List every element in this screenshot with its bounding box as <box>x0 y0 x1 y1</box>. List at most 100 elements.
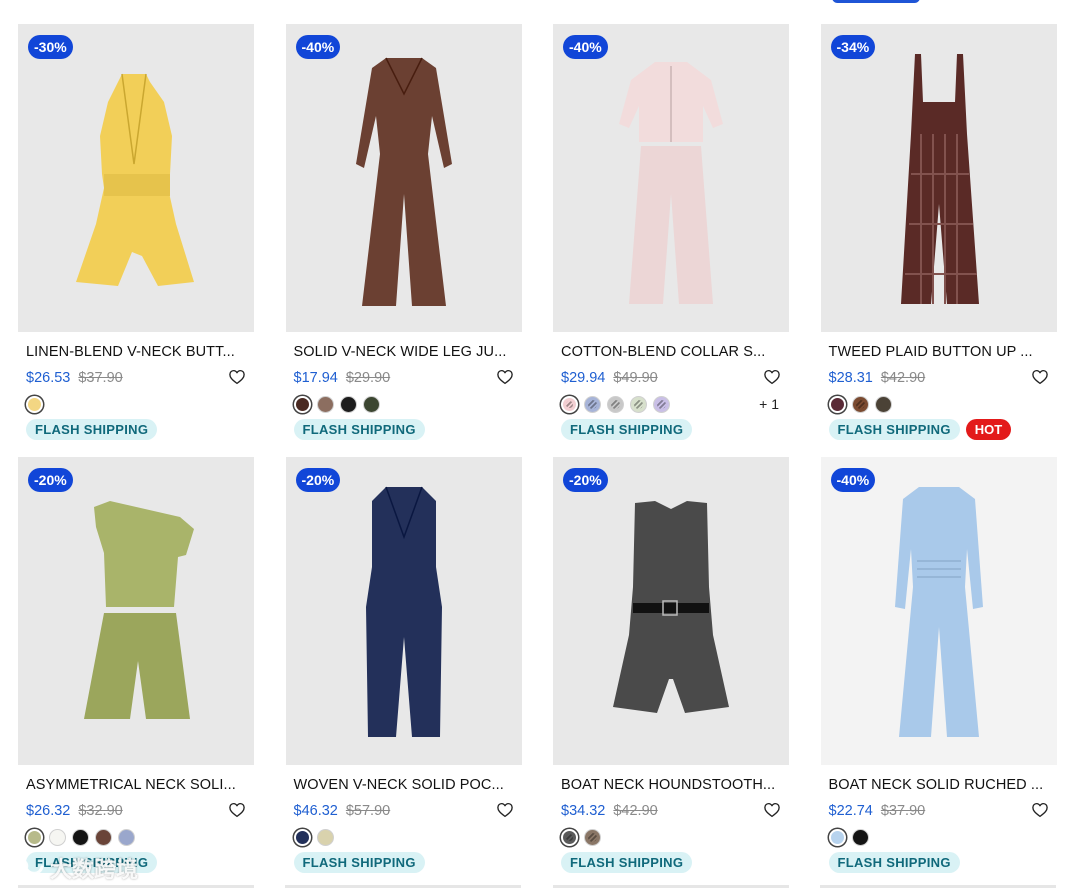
original-price: $49.90 <box>613 370 658 386</box>
flash-shipping-badge: FLASH SHIPPING <box>828 419 960 440</box>
product-card[interactable]: -40% COTTON-BLEND COLLAR S... $29.94 $49.… <box>553 24 789 457</box>
product-card[interactable]: -30% LINEN-BLEND V-NECK BUTT... $26.53 $3… <box>18 24 254 457</box>
heart-outline-icon[interactable] <box>228 801 246 819</box>
color-swatch[interactable] <box>72 828 89 846</box>
color-swatch[interactable] <box>26 395 43 413</box>
color-swatch[interactable] <box>26 828 43 846</box>
color-swatches <box>553 827 789 847</box>
badges: FLASH SHIPPING <box>18 419 254 440</box>
product-card[interactable]: -20% WOVEN V-NECK SOLID POC... $46.32 $57… <box>285 457 522 888</box>
color-swatch[interactable] <box>851 828 869 846</box>
product-image[interactable]: -40% <box>285 24 522 332</box>
product-name[interactable]: WOVEN V-NECK SOLID POC... <box>286 777 512 793</box>
price-row: $17.94 $29.90 <box>286 368 522 390</box>
color-swatches <box>821 827 1057 847</box>
badges: FLASH SHIPPING <box>553 419 789 440</box>
color-swatches <box>286 394 522 414</box>
badges: FLASH SHIPPING <box>553 852 789 873</box>
color-swatch[interactable] <box>316 395 334 413</box>
product-name[interactable]: COTTON-BLEND COLLAR S... <box>553 344 779 360</box>
heart-outline-icon[interactable] <box>228 368 246 386</box>
color-swatch[interactable] <box>874 395 892 413</box>
product-image[interactable]: -20% <box>553 457 789 765</box>
color-swatch[interactable] <box>607 395 624 413</box>
product-card[interactable]: -34% TWEED PLAID BUTTON UP ... $28.31 $42… <box>820 24 1057 457</box>
color-swatch[interactable] <box>630 395 647 413</box>
color-swatches <box>286 827 522 847</box>
more-colors-count[interactable]: + 1 <box>759 396 779 412</box>
color-swatch[interactable] <box>828 395 846 413</box>
color-swatch[interactable] <box>584 395 601 413</box>
product-image[interactable]: -40% <box>553 24 789 332</box>
color-swatch[interactable] <box>316 828 334 846</box>
product-name[interactable]: LINEN-BLEND V-NECK BUTT... <box>18 344 244 360</box>
price-row: $26.53 $37.90 <box>18 368 254 390</box>
sale-price: $34.32 <box>561 803 606 819</box>
product-name[interactable]: BOAT NECK HOUNDSTOOTH... <box>553 777 779 793</box>
color-swatch[interactable] <box>561 395 578 413</box>
product-name[interactable]: BOAT NECK SOLID RUCHED ... <box>821 777 1047 793</box>
color-swatch[interactable] <box>293 828 311 846</box>
flash-shipping-badge: FLASH SHIPPING <box>561 419 693 440</box>
sale-price: $26.53 <box>26 370 71 386</box>
product-image[interactable]: -20% <box>285 457 522 765</box>
sale-price: $46.32 <box>293 803 338 819</box>
product-image[interactable]: -20% <box>18 457 254 765</box>
hot-badge: HOT <box>965 419 1012 440</box>
heart-outline-icon[interactable] <box>496 368 514 386</box>
price-row: $22.74 $37.90 <box>821 801 1057 823</box>
product-image[interactable]: -30% <box>18 24 254 332</box>
price-row: $34.32 $42.90 <box>553 801 789 823</box>
heart-outline-icon[interactable] <box>1031 368 1049 386</box>
product-name[interactable]: SOLID V-NECK WIDE LEG JU... <box>286 344 512 360</box>
garment-shape <box>355 57 452 306</box>
heart-outline-icon[interactable] <box>763 368 781 386</box>
color-swatch[interactable] <box>49 828 66 846</box>
color-swatch[interactable] <box>118 828 135 846</box>
heart-outline-icon[interactable] <box>496 801 514 819</box>
color-swatches <box>18 394 254 414</box>
product-photo <box>355 57 452 306</box>
product-name[interactable]: TWEED PLAID BUTTON UP ... <box>821 344 1047 360</box>
sale-price: $28.31 <box>828 370 873 386</box>
product-image[interactable]: -34% <box>820 24 1057 332</box>
color-swatch[interactable] <box>339 395 357 413</box>
color-swatch[interactable] <box>653 395 670 413</box>
sale-price: $26.32 <box>26 803 71 819</box>
price-row: $46.32 $57.90 <box>286 801 522 823</box>
flash-shipping-badge: FLASH SHIPPING <box>293 419 425 440</box>
product-card[interactable]: -20% ASYMMETRICAL NECK SOLI... $26.32 $32… <box>18 457 254 888</box>
product-photo <box>84 501 194 719</box>
partial-button-top <box>832 0 920 3</box>
color-swatch[interactable] <box>561 828 578 846</box>
garment-shape <box>613 501 729 713</box>
color-swatch[interactable] <box>851 395 869 413</box>
garment-shape <box>84 501 194 719</box>
product-image[interactable]: -40% <box>820 457 1057 765</box>
color-swatch[interactable] <box>828 828 846 846</box>
color-swatches <box>18 827 254 847</box>
price-row: $28.31 $42.90 <box>821 368 1057 390</box>
color-swatch[interactable] <box>584 828 601 846</box>
badges: FLASH SHIPPING <box>286 419 522 440</box>
garment-shape <box>619 62 723 304</box>
watermark: 大数跨境 <box>6 852 138 884</box>
original-price: $37.90 <box>78 370 123 386</box>
product-card[interactable]: -40% BOAT NECK SOLID RUCHED ... $22.74 $3… <box>820 457 1057 888</box>
product-card[interactable]: -20% BOAT NECK HOUNDSTOOTH... $34.32 $42.… <box>553 457 789 888</box>
discount-badge: -30% <box>28 35 73 59</box>
color-swatch[interactable] <box>293 395 311 413</box>
discount-badge: -20% <box>295 468 341 492</box>
watermark-text: 大数跨境 <box>50 857 139 882</box>
color-swatch[interactable] <box>95 828 112 846</box>
heart-outline-icon[interactable] <box>763 801 781 819</box>
color-swatches <box>821 394 1057 414</box>
color-swatch[interactable] <box>362 395 380 413</box>
original-price: $37.90 <box>880 803 926 819</box>
heart-outline-icon[interactable] <box>1031 801 1049 819</box>
original-price: $42.90 <box>880 370 926 386</box>
discount-badge: -34% <box>830 35 876 59</box>
product-name[interactable]: ASYMMETRICAL NECK SOLI... <box>18 777 244 793</box>
price-row: $26.32 $32.90 <box>18 801 254 823</box>
product-card[interactable]: -40% SOLID V-NECK WIDE LEG JU... $17.94 $… <box>285 24 522 457</box>
